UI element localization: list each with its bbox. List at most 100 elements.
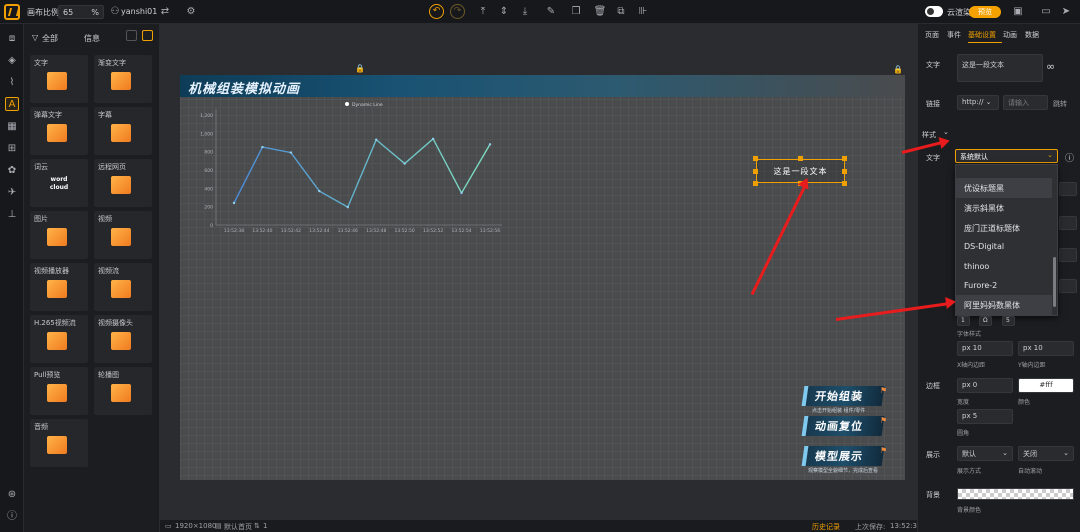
component-card[interactable]: H.265视频流 xyxy=(30,315,88,363)
list-view-icon[interactable] xyxy=(126,30,137,41)
component-card[interactable]: 视频摄像头 xyxy=(94,315,152,363)
component-card[interactable]: Pull预览 xyxy=(30,367,88,415)
tab-all[interactable]: 全部 xyxy=(42,33,58,44)
link-jump-label[interactable]: 跳转 xyxy=(1053,99,1067,109)
preview-button[interactable]: 预览 xyxy=(969,6,1001,18)
event-icon[interactable]: ⚑ xyxy=(880,386,887,395)
component-card[interactable]: 音频 xyxy=(30,419,88,467)
plane-icon[interactable]: ✈ xyxy=(5,186,19,200)
start-assembly-button[interactable]: 开始组装 xyxy=(801,386,885,406)
tab-data[interactable]: 数据 xyxy=(1025,30,1039,40)
italic-button[interactable]: Ω xyxy=(979,316,992,326)
model-icon[interactable]: ⊥ xyxy=(5,208,19,222)
delete-icon[interactable]: 🗑 xyxy=(593,5,607,19)
help-circle-icon[interactable]: ⓘ xyxy=(1065,151,1074,164)
current-page[interactable]: 默认首页 xyxy=(224,522,252,532)
event-icon[interactable]: ⚑ xyxy=(880,416,887,425)
component-card[interactable]: 轮播图 xyxy=(94,367,152,415)
resize-handle[interactable] xyxy=(753,181,758,186)
font-dropdown-list[interactable]: 优设标题黑 演示斜黑体 庞门正道标题体 DS-Digital thinoo Fu… xyxy=(955,164,1058,316)
monitor-icon[interactable]: ▭ xyxy=(1039,5,1053,19)
layers-icon[interactable]: ◈ xyxy=(5,54,19,68)
filter-icon[interactable]: ▽ xyxy=(32,33,38,42)
underline-button[interactable]: 5 xyxy=(1002,316,1015,326)
component-card[interactable]: 渐变文字 xyxy=(94,55,152,103)
resize-handle[interactable] xyxy=(798,156,803,161)
dropdown-scrollbar[interactable] xyxy=(1053,257,1056,307)
font-option[interactable]: 庞门正道标题体 xyxy=(956,218,1052,238)
radius-input[interactable]: px 5 xyxy=(957,409,1013,424)
component-card[interactable]: 文字 xyxy=(30,55,88,103)
padding-x-input[interactable]: px 10 xyxy=(957,341,1013,356)
resize-handle[interactable] xyxy=(753,169,758,174)
bold-button[interactable]: 1 xyxy=(957,316,970,326)
link-protocol-select[interactable]: http:// ⌄ xyxy=(957,95,999,110)
chart-icon[interactable]: ⌇ xyxy=(5,76,19,90)
font-option[interactable]: 优设标题黑 xyxy=(956,178,1052,198)
font-option[interactable]: 演示斜黑体 xyxy=(956,198,1052,218)
font-option[interactable]: thinoo xyxy=(956,257,1052,277)
auto-scroll-select[interactable]: 关闭 ⌄ xyxy=(1018,446,1074,461)
tab-event[interactable]: 事件 xyxy=(947,30,961,40)
tab-info[interactable]: 信息 xyxy=(84,33,100,44)
align-top-icon[interactable]: ⤒ xyxy=(476,5,490,19)
resize-handle[interactable] xyxy=(842,169,847,174)
swap-icon[interactable]: ⇄ xyxy=(158,5,172,19)
tab-page[interactable]: 页面 xyxy=(925,30,939,40)
component-card[interactable]: 远程网页 xyxy=(94,159,152,207)
redo-icon[interactable]: ↷ xyxy=(450,4,465,19)
display-mode-select[interactable]: 默认 ⌄ xyxy=(957,446,1013,461)
component-card[interactable]: 弹幕文字 xyxy=(30,107,88,155)
reset-animation-button[interactable]: 动画复位 xyxy=(801,416,885,436)
text-media-icon[interactable]: A xyxy=(5,97,19,111)
tab-animation[interactable]: 动画 xyxy=(1003,30,1017,40)
grid-view-icon[interactable] xyxy=(142,30,153,41)
tab-basic-settings[interactable]: 基础设置 xyxy=(968,30,996,40)
component-card[interactable]: 词云 word cloud xyxy=(30,159,88,207)
group-icon[interactable]: ⧉ xyxy=(614,5,628,19)
component-icon[interactable]: ⧈ xyxy=(5,32,19,46)
lock-icon[interactable]: 🔒 xyxy=(893,65,903,74)
component-card[interactable]: 视频 xyxy=(94,211,152,259)
resize-handle[interactable] xyxy=(842,156,847,161)
map-icon[interactable]: ⊞ xyxy=(5,142,19,156)
line-chart[interactable]: 0 200 400 600 800 1,000 1,200 13:52:38 13:52:40 1… xyxy=(180,97,510,239)
format-painter-icon[interactable]: ✎ xyxy=(544,5,558,19)
model-display-button[interactable]: 模型展示 xyxy=(801,446,885,466)
resize-handle[interactable] xyxy=(842,181,847,186)
background-color-picker[interactable] xyxy=(957,488,1074,500)
link-binding-icon[interactable]: ∞ xyxy=(1046,60,1055,73)
info-icon[interactable]: ⓘ xyxy=(5,510,19,524)
icon-library-icon[interactable]: ✿ xyxy=(5,164,19,178)
component-card[interactable]: 图片 xyxy=(30,211,88,259)
copy-icon[interactable]: ❐ xyxy=(569,5,583,19)
font-select[interactable]: 系统默认 ⌄ xyxy=(955,149,1058,163)
link-url-input[interactable]: 请输入 xyxy=(1003,95,1048,110)
resize-handle[interactable] xyxy=(753,156,758,161)
lock-icon[interactable]: 🔒 xyxy=(355,64,365,73)
style-section-header[interactable]: 样式 xyxy=(922,130,936,140)
canvas-title-bar[interactable]: 机械组装模拟动画 xyxy=(180,75,905,97)
font-option[interactable]: 阿里妈妈数黑体 xyxy=(956,295,1052,315)
help-icon[interactable]: ⊛ xyxy=(5,488,19,502)
padding-y-input[interactable]: px 10 xyxy=(1018,341,1074,356)
align-bottom-icon[interactable]: ⤓ xyxy=(518,5,532,19)
settings-icon[interactable]: ⚙ xyxy=(184,5,198,19)
text-content-input[interactable]: 这是一段文本 xyxy=(957,54,1043,82)
table-icon[interactable]: ▦ xyxy=(5,120,19,134)
component-card[interactable]: 字幕 xyxy=(94,107,152,155)
distribute-icon[interactable]: ⊪ xyxy=(636,5,650,19)
save-icon[interactable]: ▣ xyxy=(1011,5,1025,19)
event-icon[interactable]: ⚑ xyxy=(880,446,887,455)
cloud-render-toggle[interactable] xyxy=(925,6,943,17)
zoom-input[interactable]: 65 % xyxy=(58,5,104,19)
font-option[interactable]: Furore-2 xyxy=(956,276,1052,296)
component-card[interactable]: 视频流 xyxy=(94,263,152,311)
border-width-input[interactable]: px 0 xyxy=(957,378,1013,393)
publish-icon[interactable]: ➤ xyxy=(1059,5,1073,19)
history-button[interactable]: 历史记录 xyxy=(812,522,840,532)
align-vcenter-icon[interactable]: ⇕ xyxy=(497,5,511,19)
undo-icon[interactable]: ↶ xyxy=(429,4,444,19)
component-card[interactable]: 视频播放器 xyxy=(30,263,88,311)
border-color-picker[interactable]: #fff xyxy=(1018,378,1074,393)
